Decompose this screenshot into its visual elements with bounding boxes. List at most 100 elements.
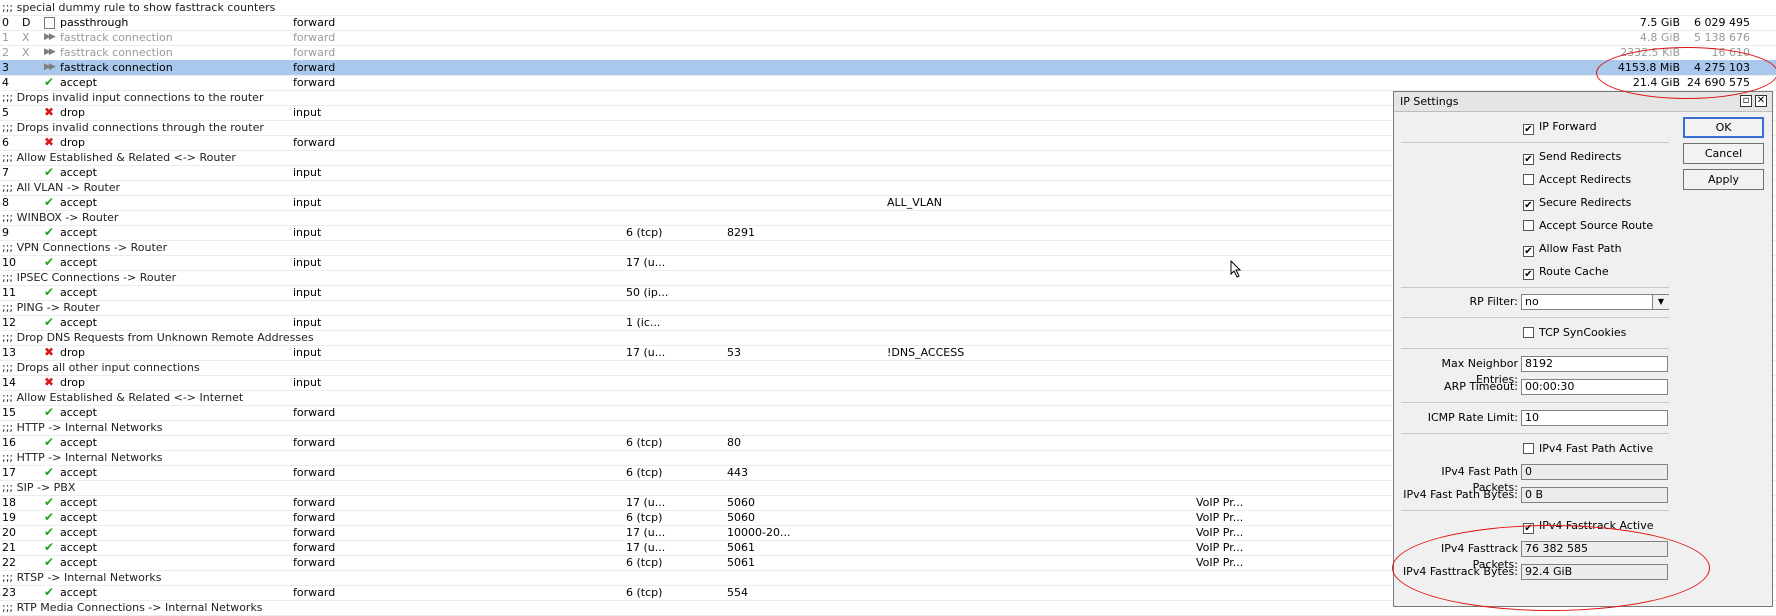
rule-row[interactable]: 2 X ▶▶ fasttrack connection forward 2332.5 Ki… — [0, 45, 1776, 61]
check-icon: ✔ — [44, 255, 55, 269]
x-icon: ✖ — [44, 135, 55, 149]
rule-flag: X — [22, 46, 30, 59]
send-redirects-checkbox[interactable]: ✔ Send Redirects — [1523, 149, 1621, 165]
rule-protocol: 50 (ip... — [626, 286, 669, 299]
divider — [1401, 433, 1669, 434]
rule-number: 22 — [2, 556, 16, 569]
accept-redirects-checkbox[interactable]: Accept Redirects — [1523, 172, 1631, 188]
allow-fast-path-label: Allow Fast Path — [1539, 242, 1622, 255]
check-icon: ✔ — [44, 465, 55, 479]
rule-protocol: 1 (ic... — [626, 316, 661, 329]
rule-dst-port: 5060 — [727, 511, 755, 524]
checkbox-box[interactable]: ✔ — [1523, 124, 1534, 135]
checkbox-box[interactable] — [1523, 174, 1534, 185]
rule-action: accept — [60, 541, 97, 554]
ok-button[interactable]: OK — [1683, 117, 1764, 138]
tcp-syncookies-checkbox[interactable]: TCP SynCookies — [1523, 325, 1626, 341]
rule-action: accept — [60, 406, 97, 419]
rule-number: 2 — [2, 46, 9, 59]
rule-comment-col: VoIP Pr... — [1196, 556, 1244, 569]
icmp-rate-label: ICMP Rate Limit: — [1427, 411, 1518, 424]
max-neighbor-input[interactable]: 8192 — [1521, 356, 1668, 372]
rule-action: drop — [60, 376, 85, 389]
checkbox-box[interactable] — [1523, 327, 1534, 338]
rule-bytes: 4.8 GiB — [1639, 31, 1680, 44]
secure-redirects-checkbox[interactable]: ✔ Secure Redirects — [1523, 195, 1631, 211]
rule-action: drop — [60, 346, 85, 359]
restore-icon[interactable]: ▫ — [1740, 95, 1752, 107]
check-icon: ✔ — [44, 75, 55, 89]
rule-number: 4 — [2, 76, 9, 89]
rule-packets: 16 610 — [1711, 46, 1751, 59]
cancel-button[interactable]: Cancel — [1683, 143, 1764, 164]
rule-chain: forward — [293, 511, 336, 524]
comment-row[interactable]: ;;; special dummy rule to show fasttrack… — [0, 0, 1776, 16]
triangle-down-icon[interactable]: ▼ — [1652, 295, 1669, 309]
rule-row[interactable]: 1 X ▶▶ fasttrack connection forward 4.8 GiB 5 … — [0, 30, 1776, 46]
rule-action: passthrough — [60, 16, 129, 29]
allow-fast-path-checkbox[interactable]: ✔ Allow Fast Path — [1523, 241, 1622, 257]
divider — [1401, 142, 1669, 143]
rule-protocol: 6 (tcp) — [626, 511, 663, 524]
rule-action: accept — [60, 286, 97, 299]
rule-chain: input — [293, 256, 322, 269]
fast-path-bytes-label: IPv4 Fast Path Bytes: — [1403, 488, 1518, 501]
rule-bytes: 4153.8 MiB — [1617, 61, 1680, 74]
document-icon — [44, 15, 58, 30]
rule-protocol: 6 (tcp) — [626, 556, 663, 569]
rule-chain: forward — [293, 406, 336, 419]
rule-chain: forward — [293, 526, 336, 539]
checkbox-box[interactable]: ✔ — [1523, 200, 1534, 211]
rule-chain: forward — [293, 586, 336, 599]
rule-packets: 24 690 575 — [1687, 76, 1750, 89]
checkbox-box[interactable]: ✔ — [1523, 246, 1534, 257]
rule-dst-port: 5061 — [727, 556, 755, 569]
comment-text: ;;; RTP Media Connections -> Internal Ne… — [2, 601, 263, 614]
rp-filter-select[interactable]: no ▼ — [1521, 294, 1669, 310]
checkbox-box[interactable]: ✔ — [1523, 269, 1534, 280]
rule-dst-port: 554 — [727, 586, 748, 599]
rule-chain: input — [293, 376, 322, 389]
comment-text: ;;; HTTP -> Internal Networks — [2, 421, 163, 434]
arp-timeout-input[interactable]: 00:00:30 — [1521, 379, 1668, 395]
apply-button[interactable]: Apply — [1683, 169, 1764, 190]
checkbox-box[interactable]: ✔ — [1523, 154, 1534, 165]
rule-number: 20 — [2, 526, 16, 539]
rule-action: accept — [60, 526, 97, 539]
rule-action: accept — [60, 556, 97, 569]
rule-action: accept — [60, 76, 97, 89]
divider — [1401, 317, 1669, 318]
accept-source-route-label: Accept Source Route — [1539, 219, 1654, 232]
rule-action: fasttrack connection — [60, 61, 173, 74]
rp-filter-label: RP Filter: — [1469, 295, 1518, 308]
comment-text: ;;; Allow Established & Related <-> Rout… — [2, 151, 236, 164]
rule-action: drop — [60, 136, 85, 149]
rule-number: 10 — [2, 256, 16, 269]
ip-forward-checkbox[interactable]: ✔ IP Forward — [1523, 119, 1597, 135]
rule-row[interactable]: 0 Dpassthrough forward 7.5 GiB 6 029 495 — [0, 15, 1776, 31]
rule-action: accept — [60, 256, 97, 269]
route-cache-checkbox[interactable]: ✔ Route Cache — [1523, 264, 1609, 280]
rule-number: 12 — [2, 316, 16, 329]
close-icon[interactable]: ✕ — [1755, 95, 1767, 107]
arp-timeout-label: ARP Timeout: — [1444, 380, 1518, 393]
rule-row[interactable]: 3 ▶▶ fasttrack connection forward 4153.8 MiB… — [0, 60, 1776, 76]
icmp-rate-input[interactable]: 10 — [1521, 410, 1668, 426]
rule-number: 21 — [2, 541, 16, 554]
accept-source-route-checkbox[interactable]: Accept Source Route — [1523, 218, 1653, 234]
rule-action: fasttrack connection — [60, 46, 173, 59]
secure-redirects-label: Secure Redirects — [1539, 196, 1632, 209]
rule-row[interactable]: 4 ✔ accept forward 21.4 GiB 24 690 575 — [0, 75, 1776, 91]
fast-path-active-label: IPv4 Fast Path Active — [1539, 442, 1654, 455]
checkbox-box[interactable] — [1523, 220, 1534, 231]
rule-bytes: 21.4 GiB — [1632, 76, 1680, 89]
rule-number: 19 — [2, 511, 16, 524]
fast-path-bytes-field: 0 B — [1521, 487, 1668, 503]
dialog-titlebar[interactable]: IP Settings ▫ ✕ — [1394, 92, 1772, 112]
x-icon: ✖ — [44, 375, 55, 389]
x-icon: ✖ — [44, 345, 55, 359]
rule-number: 0 — [2, 16, 9, 29]
rule-dst-port: 8291 — [727, 226, 755, 239]
tcp-syncookies-label: TCP SynCookies — [1539, 326, 1627, 339]
fast-path-packets-field: 0 — [1521, 464, 1668, 480]
